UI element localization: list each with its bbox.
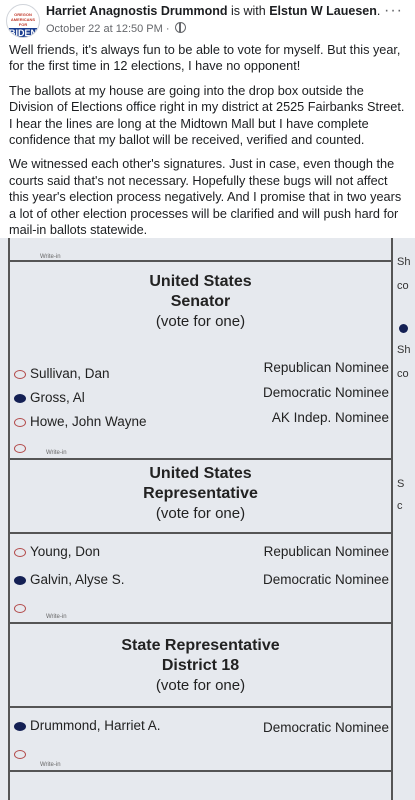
- state-vote-instruction: (vote for one): [155, 677, 246, 694]
- candidate-party: Republican Nominee: [263, 544, 389, 559]
- write-in-label: Write-in: [46, 614, 67, 620]
- candidate-name: Sullivan, Dan: [30, 366, 110, 381]
- house-title-line1: United States: [149, 465, 252, 482]
- post-paragraph: We witnessed each other's signatures. Ju…: [9, 157, 402, 238]
- post-header: OREGON AMERICANS FOR BIDEN Harriet Anagn…: [0, 0, 415, 40]
- write-in-label: Write-in: [40, 762, 61, 768]
- candidate-name: Young, Don: [30, 544, 101, 559]
- candidate-name: Gross, Al: [30, 390, 85, 405]
- right-col-oval: [399, 324, 408, 333]
- ballot-oval-howe[interactable]: [14, 418, 26, 427]
- state-title-line2: District 18: [161, 657, 240, 674]
- ballot-right-column: Sh co Sh co S c: [393, 238, 415, 800]
- right-col-text: c: [397, 500, 403, 512]
- ballot-oval-write-in[interactable]: [14, 604, 26, 613]
- write-in-label: Write-in: [40, 254, 61, 260]
- candidate-party: Republican Nominee: [263, 360, 389, 375]
- ballot-oval-drummond[interactable]: [14, 722, 26, 731]
- house-title-line2: Representative: [143, 485, 258, 502]
- ballot-photo[interactable]: Sh co Sh co S c Write-in United States S…: [0, 238, 415, 800]
- post-meta: October 22 at 12:50 PM ·: [46, 22, 186, 35]
- house-title: United States Representative (vote for o…: [8, 464, 393, 524]
- ballot-oval-write-in[interactable]: [14, 750, 26, 759]
- ballot-divider: [8, 622, 393, 624]
- timestamp[interactable]: October 22 at 12:50 PM ·: [46, 23, 170, 35]
- house-vote-instruction: (vote for one): [155, 505, 246, 522]
- state-title-line1: State Representative: [121, 637, 280, 654]
- right-col-text: Sh: [397, 256, 411, 268]
- senate-title: United States Senator (vote for one): [8, 272, 393, 332]
- right-col-text: co: [397, 368, 409, 380]
- author-line: Harriet Anagnostis Drummond is with Elst…: [46, 4, 380, 18]
- with-text: is with: [227, 4, 270, 18]
- more-options-icon[interactable]: ···: [384, 2, 403, 20]
- right-col-text: Sh: [397, 344, 411, 356]
- avatar-caption: OREGON AMERICANS FOR: [10, 12, 36, 27]
- ballot-divider: [8, 260, 393, 262]
- globe-icon: [174, 22, 186, 33]
- ballot-divider: [8, 532, 393, 534]
- ballot-oval-sullivan[interactable]: [14, 370, 26, 379]
- ballot-divider: [8, 458, 393, 460]
- ballot-oval-young[interactable]: [14, 548, 26, 557]
- ballot-divider: [8, 706, 393, 708]
- post-paragraph: The ballots at my house are going into t…: [9, 83, 405, 148]
- ballot-oval-gross[interactable]: [14, 394, 26, 403]
- post-paragraph: Well friends, it's always fun to be able…: [9, 43, 401, 74]
- ballot-divider: [8, 770, 393, 772]
- right-col-text: S: [397, 478, 405, 490]
- period: .: [376, 4, 381, 18]
- tagged-name[interactable]: Elstun W Lauesen: [269, 4, 377, 18]
- right-col-text: co: [397, 280, 409, 292]
- candidate-party: Democratic Nominee: [262, 720, 389, 735]
- post-body: Well friends, it's always fun to be able…: [9, 42, 409, 246]
- senate-title-line2: Senator: [170, 293, 231, 310]
- candidate-name: Galvin, Alyse S.: [30, 572, 125, 587]
- avatar-logo-text: BIDEN: [9, 28, 38, 38]
- state-title: State Representative District 18 (vote f…: [8, 636, 393, 696]
- ballot-oval-galvin[interactable]: [14, 576, 26, 585]
- candidate-party: Democratic Nominee: [262, 572, 389, 587]
- avatar[interactable]: OREGON AMERICANS FOR BIDEN: [6, 4, 40, 38]
- author-name[interactable]: Harriet Anagnostis Drummond: [46, 4, 228, 18]
- candidate-name: Drummond, Harriet A.: [30, 718, 161, 733]
- candidate-name: Howe, John Wayne: [30, 414, 147, 429]
- candidate-party: AK Indep. Nominee: [271, 410, 389, 425]
- senate-vote-instruction: (vote for one): [155, 313, 246, 330]
- senate-title-line1: United States: [149, 273, 252, 290]
- write-in-label: Write-in: [46, 450, 67, 456]
- candidate-party: Democratic Nominee: [262, 385, 389, 400]
- ballot-oval-write-in[interactable]: [14, 444, 26, 453]
